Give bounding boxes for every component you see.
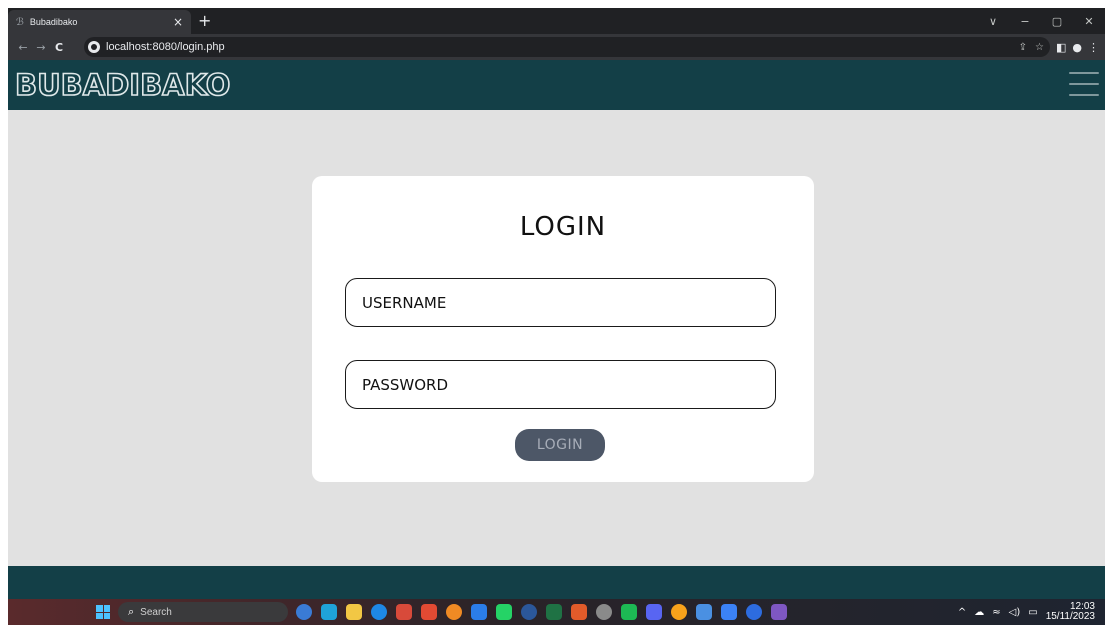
hamburger-line [1069, 72, 1099, 74]
taskbar-app-icon[interactable] [371, 604, 387, 620]
taskbar-app-icon[interactable] [471, 604, 487, 620]
browser-toolbar: ← → C localhost:8080/login.php ⇪ ☆ ◧ ● ⋮ [8, 34, 1105, 60]
taskbar-app-icon[interactable] [571, 604, 587, 620]
maximize-icon[interactable]: ▢ [1041, 15, 1073, 28]
taskbar-app-icon[interactable] [546, 604, 562, 620]
site-header: BUBADIBAKO [8, 60, 1105, 110]
reload-icon[interactable]: C [50, 41, 68, 54]
star-icon[interactable]: ☆ [1035, 42, 1044, 53]
login-button[interactable]: LOGIN [515, 429, 605, 461]
wifi-icon[interactable]: ≈ [992, 607, 1000, 618]
close-window-icon[interactable]: ✕ [1073, 15, 1105, 28]
taskbar-app-icon[interactable] [646, 604, 662, 620]
taskbar-app-icon[interactable] [696, 604, 712, 620]
taskbar-app-icon[interactable] [721, 604, 737, 620]
taskbar-app-icon[interactable] [521, 604, 537, 620]
volume-icon[interactable]: ◁) [1009, 607, 1021, 618]
taskbar-app-icon[interactable] [396, 604, 412, 620]
login-title: LOGIN [519, 212, 607, 242]
tab-title: Bubadibako [29, 17, 78, 27]
profile-icon[interactable]: ● [1072, 41, 1082, 54]
system-tray: ^ ☁ ≈ ◁) ▭ 12:03 15/11/2023 [958, 599, 1095, 625]
windows-taskbar: ⌕ Search ^ ☁ ≈ ◁) ▭ 12:03 15/11/2023 [8, 599, 1105, 625]
minimize-icon[interactable]: − [1009, 15, 1041, 28]
login-card: LOGIN LOGIN [312, 176, 814, 482]
browser-tab[interactable]: ℬ Bubadibako × [8, 10, 191, 34]
taskbar-app-icon[interactable] [421, 604, 437, 620]
address-url[interactable]: localhost:8080/login.php [106, 41, 225, 53]
sidepanel-icon[interactable]: ◧ [1056, 41, 1066, 54]
address-bar[interactable]: localhost:8080/login.php ⇪ ☆ [84, 37, 1050, 57]
taskbar-app-icon[interactable] [621, 604, 637, 620]
page-body: LOGIN LOGIN [8, 110, 1105, 566]
clock-date: 15/11/2023 [1045, 611, 1095, 622]
taskbar-clock[interactable]: 12:03 15/11/2023 [1046, 602, 1095, 622]
tab-close-icon[interactable]: × [173, 15, 183, 29]
share-icon[interactable]: ⇪ [1019, 42, 1027, 53]
forward-icon[interactable]: → [32, 41, 50, 54]
site-info-icon[interactable] [88, 41, 100, 53]
tray-chevron-icon[interactable]: ^ [958, 607, 966, 618]
menu-icon[interactable]: ⋮ [1088, 41, 1099, 54]
network-icon[interactable]: ☁ [974, 607, 984, 618]
taskbar-app-icon[interactable] [746, 604, 762, 620]
search-icon: ⌕ [128, 605, 135, 618]
new-tab-button[interactable]: + [198, 11, 211, 31]
hamburger-menu-icon[interactable] [1069, 72, 1099, 96]
username-input[interactable] [345, 278, 776, 327]
taskbar-apps [296, 604, 787, 620]
site-favicon-icon: ℬ [16, 16, 24, 28]
omnibox-actions: ⇪ ☆ [1019, 37, 1044, 57]
taskbar-app-icon[interactable] [771, 604, 787, 620]
taskbar-app-icon[interactable] [496, 604, 512, 620]
taskbar-search-label: Search [140, 606, 172, 618]
password-input[interactable] [345, 360, 776, 409]
taskbar-app-icon[interactable] [446, 604, 462, 620]
hamburger-line [1069, 83, 1099, 85]
taskbar-app-icon[interactable] [671, 604, 687, 620]
taskbar-app-icon[interactable] [596, 604, 612, 620]
taskbar-app-icon[interactable] [296, 604, 312, 620]
toolbar-actions: ◧ ● ⋮ [1056, 34, 1105, 60]
screen: ℬ Bubadibako × + ∨ − ▢ ✕ ← → C localhost… [8, 8, 1105, 625]
taskbar-app-icon[interactable] [346, 604, 362, 620]
back-icon[interactable]: ← [14, 41, 32, 54]
taskbar-app-icon[interactable] [321, 604, 337, 620]
battery-icon[interactable]: ▭ [1028, 607, 1037, 618]
taskbar-search[interactable]: ⌕ Search [118, 602, 288, 622]
site-footer [8, 566, 1105, 599]
window-controls: ∨ − ▢ ✕ [977, 8, 1105, 34]
tab-search-icon[interactable]: ∨ [977, 15, 1009, 28]
browser-tab-strip: ℬ Bubadibako × + ∨ − ▢ ✕ [8, 8, 1105, 34]
site-logo[interactable]: BUBADIBAKO [14, 67, 231, 103]
windows-start-icon[interactable] [96, 605, 110, 619]
hamburger-line [1069, 94, 1099, 96]
